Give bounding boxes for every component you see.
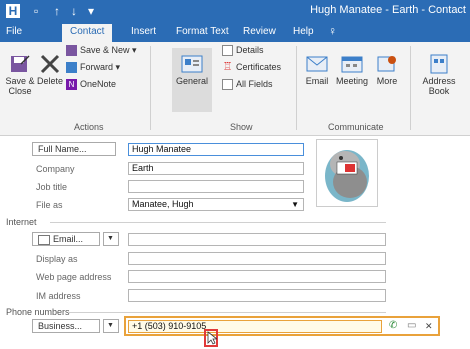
customize-quick-access-icon[interactable]: ▾: [88, 3, 94, 19]
details-label: Details: [236, 45, 264, 55]
file-as-value: Manatee, Hugh: [132, 199, 194, 209]
tab-file[interactable]: File: [6, 26, 22, 37]
general-button[interactable]: General: [172, 48, 212, 112]
email-card-icon: [306, 54, 328, 74]
company-field[interactable]: Earth: [128, 162, 304, 175]
phone-type-dropdown[interactable]: ▼: [103, 319, 119, 333]
save-close-button[interactable]: Save & Close: [2, 54, 38, 96]
more-icon: [376, 54, 398, 74]
save-quick-icon[interactable]: ▫: [34, 3, 38, 19]
address-book-icon: [428, 54, 450, 74]
job-title-field[interactable]: [128, 180, 304, 193]
onenote-button[interactable]: N OneNote: [66, 79, 117, 91]
save-close-label: Save & Close: [5, 76, 35, 96]
meeting-label: Meeting: [335, 76, 369, 86]
cursor-highlight-box: [204, 329, 218, 347]
email-ribbon-label: Email: [305, 76, 329, 86]
certificates-label: Certificates: [236, 62, 282, 72]
internet-section-label: Internet: [6, 217, 37, 227]
outlook-app-icon: H: [6, 4, 20, 18]
tab-review[interactable]: Review: [243, 26, 276, 37]
save-close-icon: [9, 54, 31, 74]
delete-button[interactable]: Delete: [36, 54, 64, 86]
group-divider: [410, 46, 411, 130]
save-new-icon: [66, 45, 77, 57]
email-field[interactable]: [128, 233, 386, 246]
business-phone-field[interactable]: +1 (503) 910-9105: [128, 320, 382, 333]
display-as-label: Display as: [36, 254, 78, 264]
job-title-label: Job title: [36, 182, 68, 192]
up-arrow-icon[interactable]: ↑: [54, 3, 60, 19]
tab-contact[interactable]: Contact: [62, 24, 113, 42]
web-page-label: Web page address: [36, 272, 112, 282]
ribbon: Save & Close Delete Save & New ▾ Forward…: [0, 42, 470, 136]
certificates-button[interactable]: ♖ Certificates: [222, 62, 281, 73]
communicate-group-label: Communicate: [328, 122, 384, 132]
delete-x-icon: [39, 54, 61, 74]
video-call-icon[interactable]: ▭: [407, 320, 416, 331]
onenote-icon: N: [66, 79, 77, 91]
tab-format-text[interactable]: Format Text: [176, 26, 229, 37]
group-divider: [150, 46, 151, 130]
remove-phone-icon[interactable]: ✕: [425, 321, 433, 332]
manatee-photo-image: [325, 150, 369, 202]
email-button[interactable]: Email...: [32, 232, 100, 246]
email-ribbon-button[interactable]: Email: [302, 54, 332, 86]
more-button[interactable]: More: [372, 54, 402, 86]
email-envelope-icon: [38, 234, 50, 245]
tell-me-lightbulb-icon[interactable]: ♀: [328, 24, 337, 38]
ribbon-tab-bar: File Contact Insert Format Text Review H…: [0, 22, 470, 42]
certificates-ribbon-icon: ♖: [222, 61, 233, 74]
save-new-label: Save & New: [80, 45, 130, 55]
full-name-button[interactable]: Full Name...: [32, 142, 116, 156]
down-arrow-icon[interactable]: ↓: [71, 3, 77, 19]
title-bar: H ▫ ↑ ↓ ▾ Hugh Manatee - Earth - Contact: [0, 0, 470, 22]
delete-label: Delete: [36, 76, 63, 86]
chevron-down-icon: ▼: [107, 235, 114, 242]
meeting-calendar-icon: [341, 54, 363, 74]
business-phone-button[interactable]: Business...: [32, 319, 100, 333]
group-divider: [296, 46, 297, 130]
email-button-label: Email...: [53, 234, 84, 244]
email-type-dropdown[interactable]: ▼: [103, 232, 119, 246]
all-fields-label: All Fields: [236, 79, 273, 89]
meeting-button[interactable]: Meeting: [334, 54, 370, 86]
onenote-label: OneNote: [80, 79, 117, 89]
show-group-label: Show: [230, 122, 253, 132]
window-title: Hugh Manatee - Earth - Contact: [310, 4, 466, 16]
display-as-field[interactable]: [128, 252, 386, 265]
tab-help[interactable]: Help: [293, 26, 314, 37]
full-name-field[interactable]: Hugh Manatee: [128, 143, 304, 156]
file-as-label: File as: [36, 200, 63, 210]
web-page-field[interactable]: [128, 270, 386, 283]
all-fields-icon: [222, 79, 233, 91]
forward-icon: [66, 62, 77, 74]
general-card-icon: [181, 54, 203, 74]
im-address-field[interactable]: [128, 289, 386, 302]
call-phone-icon[interactable]: ✆: [389, 320, 397, 331]
forward-button[interactable]: Forward ▾: [66, 62, 120, 74]
chevron-down-icon: ▼: [107, 322, 114, 329]
im-address-label: IM address: [36, 291, 81, 301]
chevron-down-icon: ▼: [291, 200, 299, 209]
general-label: General: [175, 76, 209, 86]
details-icon: [222, 45, 233, 57]
actions-group-label: Actions: [74, 122, 104, 132]
address-book-button[interactable]: Address Book: [418, 54, 460, 96]
all-fields-button[interactable]: All Fields: [222, 79, 273, 91]
more-label: More: [376, 76, 398, 86]
contact-photo[interactable]: [316, 139, 378, 207]
mouse-pointer-icon: [207, 331, 217, 345]
details-button[interactable]: Details: [222, 45, 264, 57]
tab-insert[interactable]: Insert: [131, 26, 156, 37]
section-divider: [68, 312, 386, 313]
address-book-label: Address Book: [422, 76, 456, 96]
company-label: Company: [36, 164, 75, 174]
section-divider: [50, 222, 386, 223]
file-as-select[interactable]: Manatee, Hugh ▼: [128, 198, 304, 211]
forward-label: Forward: [80, 62, 114, 72]
save-new-button[interactable]: Save & New ▾: [66, 45, 137, 57]
phone-section-label: Phone numbers: [6, 307, 70, 317]
